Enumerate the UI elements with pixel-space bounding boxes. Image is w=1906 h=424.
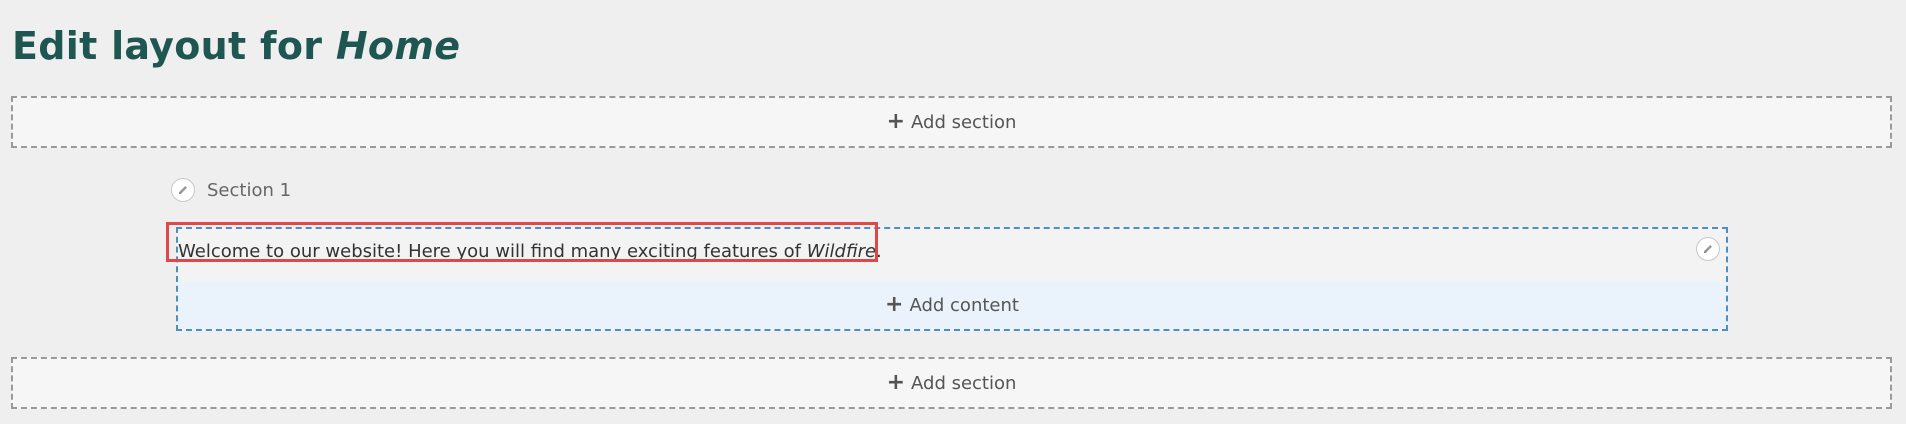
section-header: Section 1 bbox=[171, 178, 291, 202]
section-configure-button[interactable] bbox=[171, 178, 195, 202]
block-text-suffix: . bbox=[876, 241, 882, 262]
add-section-button-top[interactable]: + Add section bbox=[11, 96, 1892, 148]
page-title-entity: Home bbox=[335, 24, 461, 68]
pencil-icon bbox=[179, 186, 187, 194]
plus-icon: + bbox=[885, 292, 904, 317]
add-content-button[interactable]: + Add content bbox=[178, 281, 1726, 329]
page-title: Edit layout for Home bbox=[12, 24, 460, 68]
block-configure-button[interactable] bbox=[1696, 237, 1720, 261]
plus-icon: + bbox=[886, 370, 906, 395]
pencil-icon bbox=[1704, 245, 1712, 253]
block-text: Welcome to our website! Here you will fi… bbox=[178, 233, 892, 270]
plus-icon: + bbox=[886, 109, 906, 134]
section-region: Welcome to our website! Here you will fi… bbox=[166, 222, 1728, 331]
page-title-prefix: Edit layout for bbox=[12, 24, 323, 68]
section-label: Section 1 bbox=[207, 179, 292, 201]
add-section-label: Add section bbox=[911, 111, 1017, 133]
block-text-prefix: Welcome to our website! Here you will fi… bbox=[178, 241, 807, 262]
add-section-label: Add section bbox=[911, 372, 1017, 394]
add-section-button-bottom[interactable]: + Add section bbox=[11, 357, 1892, 409]
add-content-label: Add content bbox=[909, 294, 1019, 316]
block-text-emphasis: Wildfire bbox=[806, 241, 877, 262]
content-block[interactable]: Welcome to our website! Here you will fi… bbox=[166, 222, 1726, 281]
